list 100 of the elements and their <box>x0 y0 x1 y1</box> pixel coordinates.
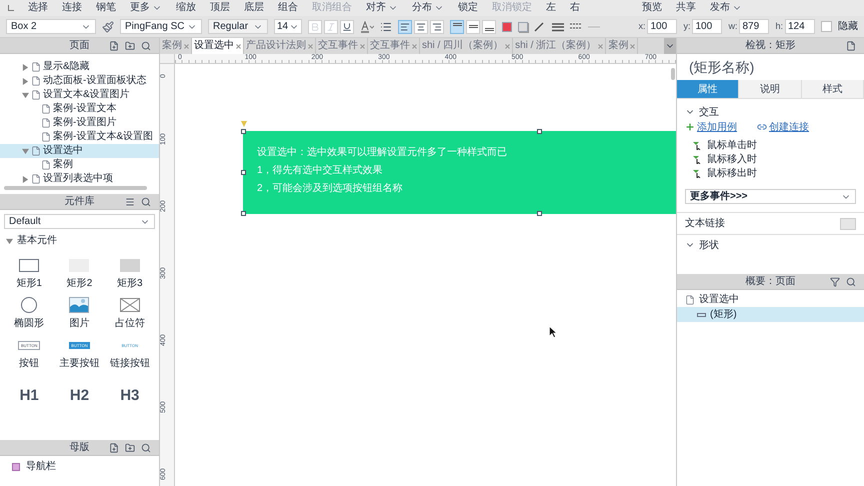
master-item[interactable]: 导航栏 <box>12 462 147 472</box>
toolbar-button[interactable]: 预览 <box>642 3 662 13</box>
add-page-icon[interactable] <box>109 40 119 50</box>
widget-item[interactable]: 椭圆形 <box>4 297 54 329</box>
page-name: 设置列表选中项 <box>43 174 113 184</box>
add-master-icon[interactable] <box>109 442 119 452</box>
scrollbar[interactable] <box>4 186 147 190</box>
toolbar-button[interactable]: 共享 <box>676 3 696 13</box>
add-folder-icon[interactable] <box>125 40 135 50</box>
event-item[interactable]: 鼠标移出时 <box>693 167 864 181</box>
line-color-icon[interactable] <box>534 22 546 32</box>
input-field[interactable]: 879 <box>739 19 770 34</box>
outline-page-item[interactable]: 设置选中 <box>677 292 864 307</box>
vertical-align-button[interactable] <box>450 20 464 34</box>
toolbar-button[interactable]: 组合 <box>278 3 298 13</box>
line-weight-icon[interactable] <box>552 22 564 32</box>
selection-handle[interactable] <box>241 170 246 175</box>
tree-toggle-icon[interactable] <box>22 78 29 84</box>
selection-handle[interactable] <box>241 211 246 216</box>
document-tab[interactable]: 设置选中 <box>192 38 244 54</box>
widget-item[interactable]: 图片 <box>54 297 105 329</box>
more-events-select[interactable]: 更多事件>>> <box>685 189 856 204</box>
heading-widget[interactable]: H3 <box>104 385 155 408</box>
align-button[interactable] <box>430 20 444 34</box>
widget-select[interactable]: Box 2 <box>6 19 96 34</box>
page-tree-item[interactable]: 设置选中 <box>0 144 159 158</box>
add-case-link[interactable]: 添加用例 <box>685 120 737 134</box>
heading-widget[interactable]: H1 <box>4 385 54 408</box>
vertical-align-button[interactable] <box>482 20 496 34</box>
tab-list-button[interactable] <box>664 38 676 54</box>
event-item[interactable]: 鼠标移入时 <box>693 153 864 167</box>
vertical-align-button[interactable] <box>466 20 480 34</box>
tree-toggle-icon[interactable] <box>22 176 29 182</box>
toolbar-button[interactable]: 右 <box>570 3 580 13</box>
page-tree-item[interactable]: 案例-设置图片 <box>0 116 159 130</box>
widget-item[interactable]: 矩形1 <box>4 257 54 289</box>
underline-button[interactable] <box>340 20 354 34</box>
shape-name[interactable]: (矩形名称) <box>689 56 754 78</box>
toolbar-button[interactable]: 选择 <box>28 3 48 13</box>
tree-toggle-icon[interactable] <box>22 148 29 154</box>
toolbar-button[interactable]: 锁定 <box>458 3 478 13</box>
inspector-tab[interactable]: 属性 <box>677 80 740 98</box>
checkbox[interactable] <box>821 21 832 32</box>
tree-toggle-icon[interactable] <box>6 238 13 244</box>
fill-color-swatch[interactable] <box>502 22 512 32</box>
tree-toggle-icon[interactable] <box>22 92 29 98</box>
inspector-tab[interactable]: 说明 <box>739 80 802 98</box>
library-select[interactable]: Default <box>4 214 155 229</box>
selection-handle[interactable] <box>537 211 542 216</box>
input-field[interactable]: 124 <box>785 19 815 34</box>
text-color-icon[interactable] <box>360 20 374 32</box>
filter-icon[interactable] <box>830 276 840 286</box>
selection-handle[interactable] <box>241 129 246 134</box>
selection-handle[interactable] <box>537 129 542 134</box>
toolbar-button[interactable]: 分布 <box>412 3 444 13</box>
inspector-tab[interactable]: 样式 <box>802 80 864 98</box>
search-icon[interactable] <box>846 276 856 286</box>
heading-widget[interactable]: H2 <box>54 385 105 408</box>
page-tree-item[interactable]: 案例 <box>0 158 159 172</box>
page-tree-item[interactable]: 动态面板-设置面板状态 <box>0 74 159 88</box>
scrollbar[interactable] <box>671 68 675 80</box>
page-tree-item[interactable]: 显示&隐藏 <box>0 60 159 74</box>
toolbar-button[interactable]: 更多 <box>130 3 162 13</box>
page-icon[interactable] <box>846 40 856 50</box>
input-field[interactable]: 100 <box>692 19 722 34</box>
search-icon[interactable] <box>141 196 151 206</box>
rotation-handle-icon[interactable] <box>241 121 247 127</box>
tree-toggle-icon[interactable] <box>22 64 29 70</box>
menu-icon[interactable] <box>125 196 135 206</box>
shadow-swatch[interactable] <box>518 22 528 32</box>
align-button[interactable] <box>398 20 412 34</box>
toolbar-button[interactable]: 钢笔 <box>96 3 116 13</box>
toolbar-button[interactable]: 底层 <box>244 3 264 13</box>
outline-item[interactable]: (矩形) <box>677 307 864 322</box>
line-style-icon[interactable] <box>570 22 582 32</box>
toolbar-button[interactable]: 连接 <box>62 3 82 13</box>
widget-item[interactable]: 矩形3 <box>104 257 155 289</box>
search-icon[interactable] <box>141 40 151 50</box>
align-button[interactable] <box>414 20 428 34</box>
toolbar-button[interactable]: 左 <box>546 3 556 13</box>
toolbar-button[interactable]: 对齐 <box>366 3 398 13</box>
toolbar-button[interactable]: 顶层 <box>210 3 230 13</box>
toolbar-button[interactable]: 发布 <box>710 3 742 13</box>
page-tree-item[interactable]: 案例-设置文本&设置图 <box>0 130 159 144</box>
page-tree-item[interactable]: 设置文本&设置图片 <box>0 88 159 102</box>
event-item[interactable]: 鼠标单击时 <box>693 139 864 153</box>
page-tree-item[interactable]: 设置列表选中项 <box>0 172 159 186</box>
font-size-select[interactable]: 14 <box>274 19 302 34</box>
format-painter-icon[interactable] <box>102 20 114 32</box>
add-folder-icon[interactable] <box>125 442 135 452</box>
font-weight-select[interactable]: Regular <box>208 19 268 34</box>
create-link-link[interactable]: 创建连接 <box>757 120 809 134</box>
toolbar-button[interactable]: 缩放 <box>176 3 196 13</box>
font-select[interactable]: PingFang SC <box>120 19 202 34</box>
close-icon[interactable] <box>236 44 241 48</box>
input-field[interactable]: 100 <box>647 19 678 34</box>
widget-item[interactable]: 占位符 <box>104 297 155 329</box>
widget-item[interactable]: 矩形2 <box>54 257 105 289</box>
page-tree-item[interactable]: 案例-设置文本 <box>0 102 159 116</box>
search-icon[interactable] <box>141 442 151 452</box>
